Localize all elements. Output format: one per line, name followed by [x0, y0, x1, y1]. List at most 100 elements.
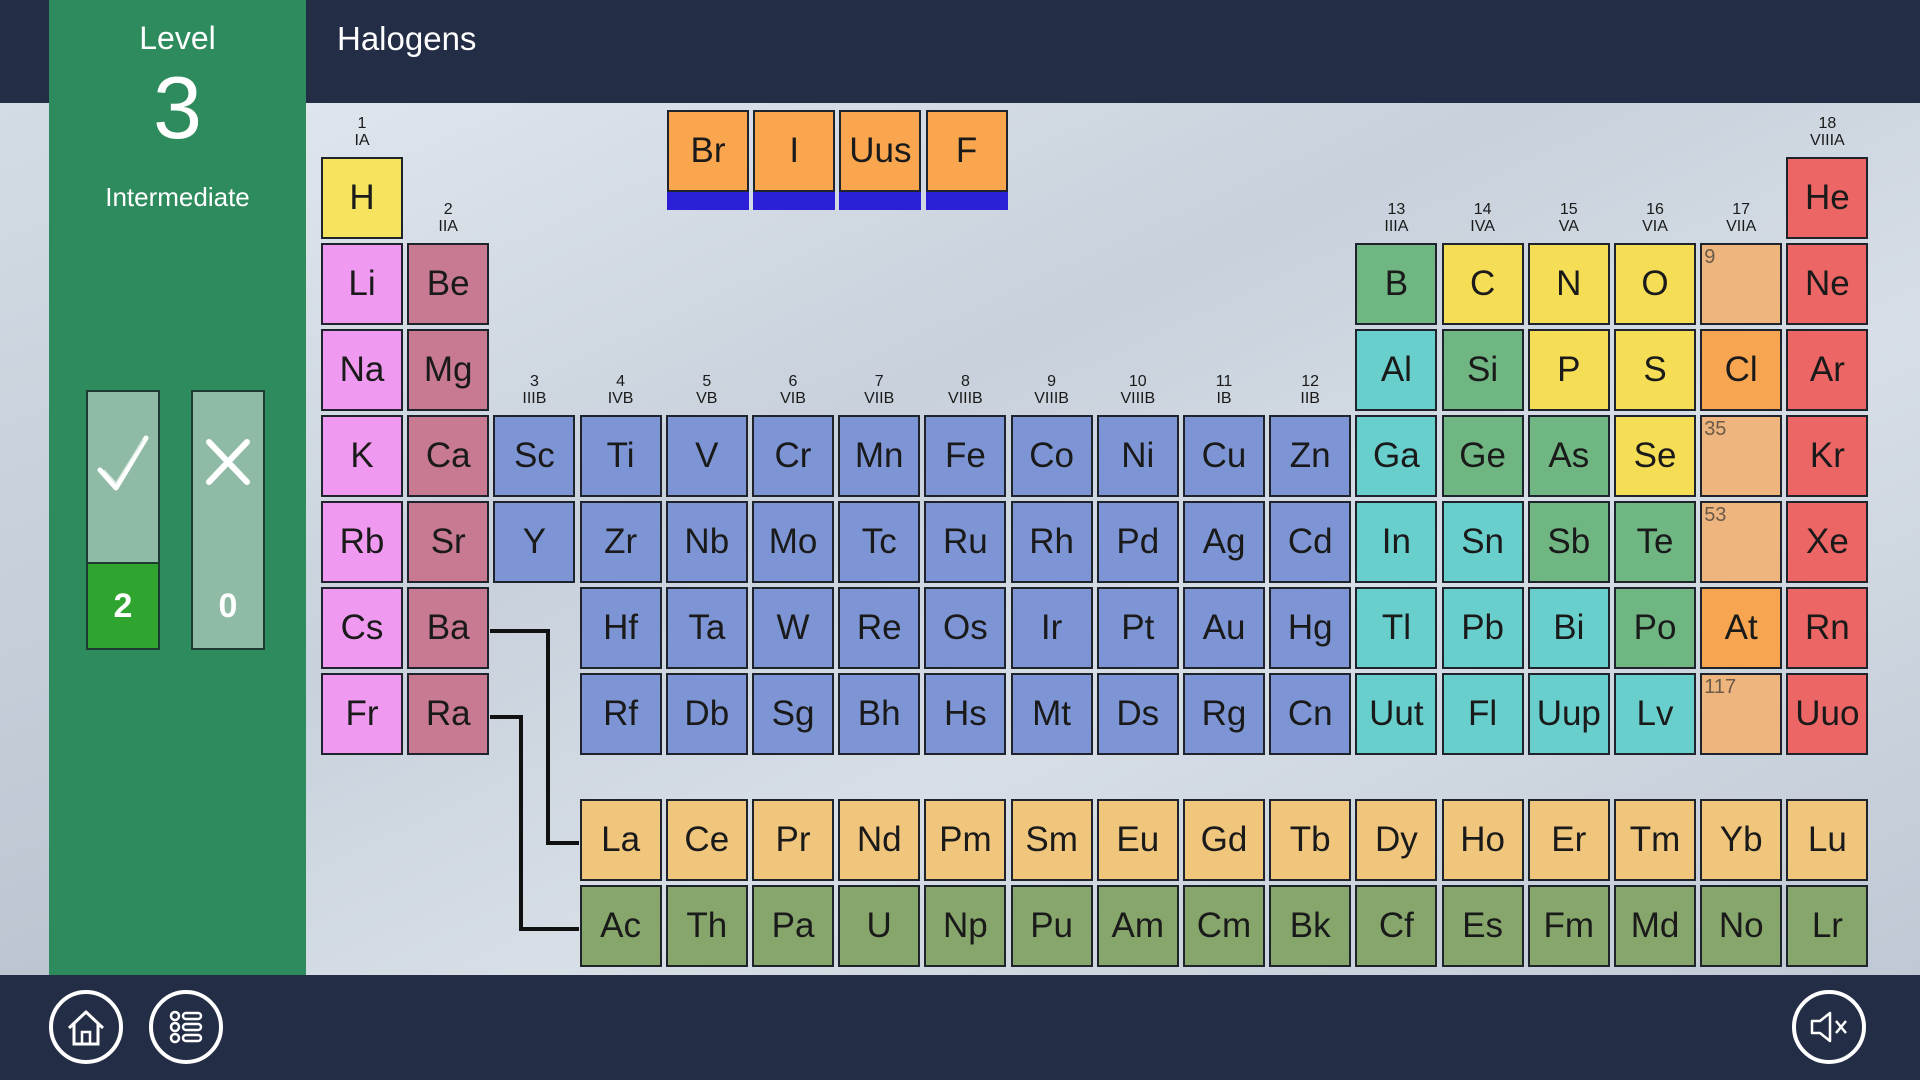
- element-ba: Ba: [407, 587, 490, 669]
- element-au: Au: [1183, 587, 1265, 669]
- difficulty-label: Intermediate: [105, 182, 250, 212]
- atomic-number: 35: [1704, 418, 1727, 440]
- answer-tile[interactable]: Br: [667, 110, 749, 192]
- group-header-2: 2 IIA: [407, 201, 489, 235]
- menu-button[interactable]: [149, 990, 223, 1064]
- answer-tile[interactable]: Uus: [839, 110, 922, 192]
- empty-halogen-slot[interactable]: 117: [1700, 673, 1783, 755]
- element-ni: Ni: [1096, 415, 1179, 497]
- element-np: Np: [924, 885, 1007, 967]
- group-number: 10: [1128, 373, 1147, 390]
- group-roman: IVB: [607, 390, 634, 407]
- group-number: 13: [1387, 201, 1406, 218]
- element-zn: Zn: [1269, 415, 1352, 497]
- element-re: Re: [838, 587, 921, 669]
- group-roman: VIA: [1642, 218, 1668, 235]
- element-lu: Lu: [1786, 799, 1869, 881]
- element-cl: Cl: [1700, 329, 1783, 411]
- element-eu: Eu: [1096, 799, 1179, 881]
- element-ir: Ir: [1010, 587, 1093, 669]
- element-ag: Ag: [1183, 501, 1265, 583]
- group-roman: IA: [354, 132, 370, 149]
- home-button[interactable]: [49, 990, 123, 1064]
- element-mo: Mo: [752, 501, 834, 583]
- element-cn: Cn: [1269, 673, 1352, 755]
- empty-halogen-slot[interactable]: 35: [1700, 415, 1783, 497]
- element-in: In: [1355, 501, 1438, 583]
- element-cr: Cr: [752, 415, 834, 497]
- cross-icon: [206, 439, 250, 485]
- element-la: La: [579, 799, 662, 881]
- group-header-17: 17 VIIA: [1700, 201, 1782, 235]
- element-he: He: [1786, 157, 1869, 239]
- group-roman: IIB: [1300, 390, 1320, 407]
- group-header-9: 9 VIIIB: [1011, 373, 1093, 407]
- element-sg: Sg: [752, 673, 834, 755]
- element-k: K: [321, 415, 403, 497]
- element-er: Er: [1527, 799, 1610, 881]
- element-cm: Cm: [1183, 885, 1265, 967]
- empty-halogen-slot[interactable]: 9: [1700, 243, 1783, 325]
- element-cu: Cu: [1183, 415, 1265, 497]
- group-header-14: 14 IVA: [1442, 201, 1524, 235]
- answer-tile[interactable]: I: [753, 110, 836, 192]
- element-cf: Cf: [1355, 885, 1438, 967]
- wrong-score-box: 0: [191, 390, 265, 650]
- element-db: Db: [665, 673, 748, 755]
- group-roman: VIIA: [1726, 218, 1757, 235]
- element-pd: Pd: [1096, 501, 1179, 583]
- element-sm: Sm: [1010, 799, 1093, 881]
- group-roman: VIIIB: [1120, 390, 1156, 407]
- element-hf: Hf: [579, 587, 662, 669]
- group-number: 11: [1215, 373, 1233, 390]
- group-number: 1: [357, 115, 367, 132]
- group-number: 2: [443, 201, 453, 218]
- element-kr: Kr: [1786, 415, 1869, 497]
- element-te: Te: [1614, 501, 1696, 583]
- element-bi: Bi: [1527, 587, 1610, 669]
- element-si: Si: [1441, 329, 1524, 411]
- element-sr: Sr: [407, 501, 490, 583]
- group-number: 6: [788, 373, 798, 390]
- element-p: P: [1527, 329, 1610, 411]
- element-at: At: [1700, 587, 1783, 669]
- group-roman: IB: [1216, 390, 1232, 407]
- atomic-number: 53: [1704, 504, 1727, 526]
- group-roman: VA: [1558, 218, 1579, 235]
- group-number: 5: [702, 373, 712, 390]
- element-pr: Pr: [752, 799, 834, 881]
- group-number: 18: [1818, 115, 1837, 132]
- element-os: Os: [924, 587, 1007, 669]
- element-sb: Sb: [1527, 501, 1610, 583]
- element-ra: Ra: [407, 673, 490, 755]
- group-header-11: 11 IB: [1183, 373, 1265, 407]
- element-es: Es: [1441, 885, 1524, 967]
- element-th: Th: [665, 885, 748, 967]
- group-roman: VIIIB: [1034, 390, 1069, 407]
- element-mg: Mg: [407, 329, 490, 411]
- element-pu: Pu: [1010, 885, 1093, 967]
- group-roman: VIIIB: [948, 390, 983, 407]
- group-roman: IVA: [1470, 218, 1495, 235]
- element-mn: Mn: [838, 415, 921, 497]
- group-number: 7: [874, 373, 884, 390]
- group-number: 15: [1559, 201, 1578, 218]
- element-hg: Hg: [1269, 587, 1352, 669]
- atomic-number: 9: [1704, 246, 1716, 268]
- bottom-bar: [0, 975, 1920, 1080]
- answer-tile[interactable]: F: [925, 110, 1008, 192]
- element-ti: Ti: [579, 415, 662, 497]
- group-header-15: 15 VA: [1528, 201, 1610, 235]
- element-ga: Ga: [1355, 415, 1438, 497]
- group-header-3: 3 IIIB: [493, 373, 575, 407]
- group-header-4: 4 IVB: [580, 373, 662, 407]
- empty-halogen-slot[interactable]: 53: [1700, 501, 1783, 583]
- group-roman: VIB: [780, 390, 806, 407]
- element-ca: Ca: [407, 415, 490, 497]
- sound-toggle-button[interactable]: [1792, 990, 1866, 1064]
- group-header-8: 8 VIIIB: [924, 373, 1006, 407]
- element-dy: Dy: [1355, 799, 1438, 881]
- element-rf: Rf: [579, 673, 662, 755]
- element-am: Am: [1096, 885, 1179, 967]
- answer-tile-bar: [839, 192, 922, 210]
